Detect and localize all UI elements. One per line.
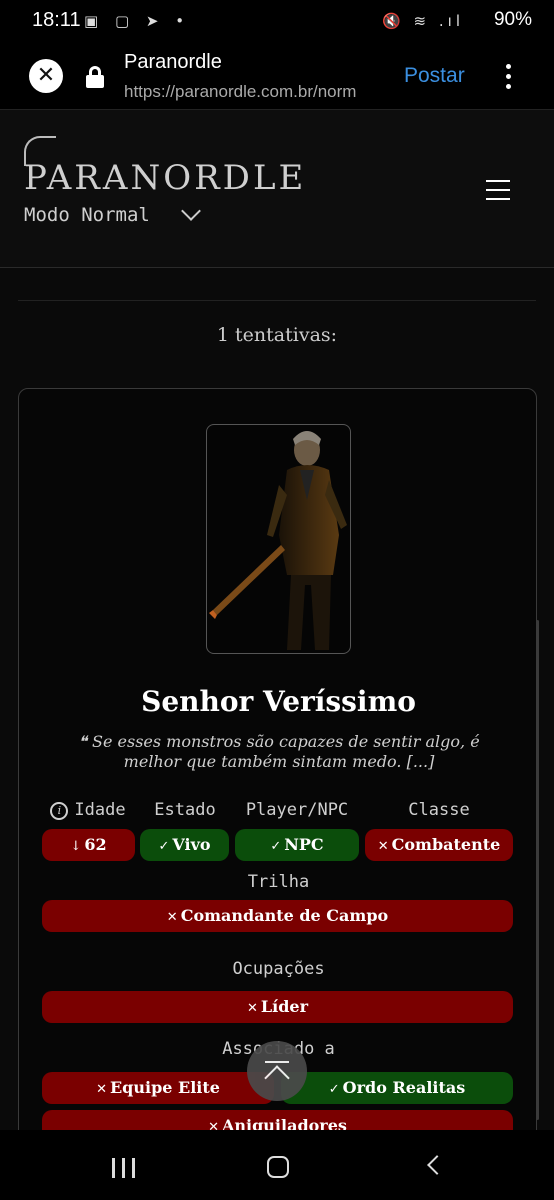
web-content: PARANORDLE Modo Normal 1 tentativas: Sen… <box>0 110 554 1130</box>
header-trilha: Trilha <box>247 872 310 892</box>
value-associado-1: ✕ Equipe Elite <box>42 1072 274 1104</box>
more-options-icon[interactable] <box>498 62 518 92</box>
value-classe: ✕ Combatente <box>365 829 513 861</box>
character-name: Senhor Veríssimo <box>141 685 416 718</box>
menu-icon[interactable] <box>486 180 510 200</box>
back-icon[interactable] <box>427 1155 447 1175</box>
url-field[interactable]: https://paranordle.com.br/norm <box>124 82 386 102</box>
status-time: 18:11 <box>32 9 81 31</box>
value-estado: ✓ Vivo <box>140 829 229 861</box>
scroll-top-icon <box>265 1061 289 1063</box>
post-button[interactable]: Postar <box>404 64 465 88</box>
site-header: PARANORDLE Modo Normal <box>0 110 554 268</box>
guess-card: Senhor Veríssimo ❝ Se esses monstros são… <box>18 388 537 1130</box>
header-idade[interactable]: i Idade <box>37 800 139 820</box>
system-nav-bar <box>0 1130 554 1200</box>
value-associado-3: ✕ Aniquiladores <box>42 1110 513 1130</box>
check-icon: ✓ <box>270 839 282 854</box>
divider <box>18 300 536 301</box>
status-bar: 18:11 ▣ ▢ ➤ • 🔇 ≋ .ıl 90% <box>0 0 554 42</box>
scroll-to-top-button[interactable] <box>247 1041 307 1101</box>
character-portrait <box>206 424 351 654</box>
x-icon: ✕ <box>246 1001 258 1016</box>
header-estado: Estado <box>154 800 216 820</box>
chevron-down-icon[interactable] <box>181 201 201 221</box>
site-logo[interactable]: PARANORDLE <box>24 158 306 198</box>
value-player-npc: ✓ NPC <box>235 829 359 861</box>
x-icon: ✕ <box>208 1120 219 1130</box>
system-icons: 🔇 ≋ .ıl <box>382 12 464 30</box>
x-icon: ✕ <box>96 1082 107 1097</box>
check-icon: ✓ <box>158 839 170 854</box>
mode-selector[interactable]: Modo Normal <box>24 204 150 226</box>
attempts-count: 1 tentativas: <box>216 324 338 346</box>
character-quote: ❝ Se esses monstros são capazes de senti… <box>78 732 480 771</box>
close-tab-button[interactable]: ✕ <box>29 59 63 93</box>
lock-icon[interactable] <box>86 66 104 88</box>
arrow-down-icon: ↓ <box>70 839 82 854</box>
info-icon[interactable]: i <box>50 802 69 820</box>
browser-toolbar: ✕ Paranordle https://paranordle.com.br/n… <box>0 42 554 110</box>
header-player-npc: Player/NPC <box>245 800 349 820</box>
home-icon[interactable] <box>267 1156 289 1178</box>
battery-level: 90% <box>493 9 532 30</box>
header-ocupacoes: Ocupações <box>232 959 325 979</box>
notification-icons: ▣ ▢ ➤ • <box>84 12 191 30</box>
scrollbar[interactable] <box>536 620 539 1120</box>
value-idade: ↓ 62 <box>42 829 135 861</box>
header-classe: Classe <box>408 800 470 820</box>
x-icon: ✕ <box>377 839 389 854</box>
check-icon: ✓ <box>328 1082 340 1097</box>
value-trilha: ✕ Comandante de Campo <box>42 900 513 932</box>
x-icon: ✕ <box>166 910 178 925</box>
recents-icon[interactable] <box>112 1158 136 1178</box>
value-ocupacao: ✕ Líder <box>42 991 513 1023</box>
page-title: Paranordle <box>124 51 222 73</box>
value-associado-2: ✓ Ordo Realitas <box>281 1072 513 1104</box>
